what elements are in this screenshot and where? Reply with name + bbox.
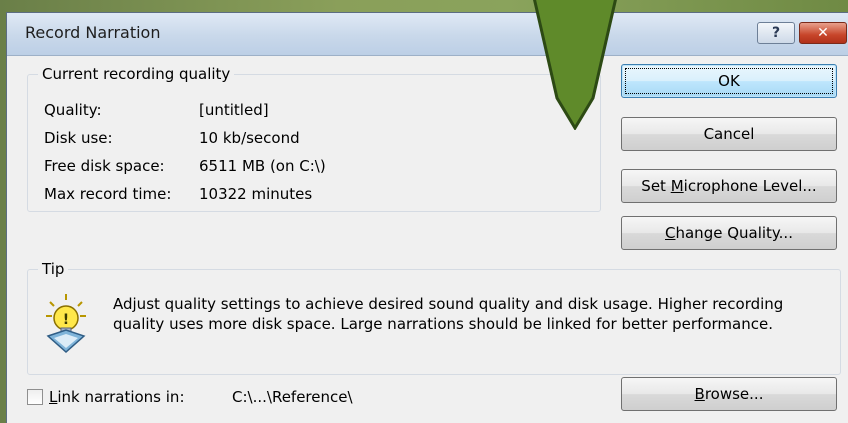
cancel-button[interactable]: Cancel — [621, 117, 837, 151]
close-button[interactable]: ✕ — [799, 22, 847, 44]
quality-row: Quality: [untitled] — [44, 101, 269, 119]
browse-button[interactable]: Browse... — [621, 377, 837, 411]
help-icon: ? — [771, 25, 781, 41]
disk-use-label: Disk use: — [44, 129, 113, 147]
free-disk-row: Free disk space: 6511 MB (on C:\) — [44, 157, 326, 175]
record-narration-dialog: Record Narration ? ✕ Current recording q… — [6, 12, 848, 423]
link-label-rest: ink narrations in: — [57, 388, 185, 406]
change-quality-accesskey: C — [665, 224, 676, 242]
dialog-title: Record Narration — [25, 23, 161, 42]
browse-rest: rowse... — [704, 385, 764, 403]
cancel-button-label: Cancel — [703, 125, 755, 143]
change-quality-rest: hange Quality... — [675, 224, 793, 242]
set-mic-rest: icrophone Level... — [683, 177, 817, 195]
link-narrations-checkbox[interactable] — [27, 389, 43, 405]
quality-label: Quality: — [44, 101, 102, 119]
quality-value: [untitled] — [199, 101, 269, 119]
set-mic-accesskey: M — [670, 177, 684, 195]
link-path: C:\...\Reference\ — [232, 388, 353, 406]
tip-text: Adjust quality settings to achieve desir… — [113, 295, 784, 333]
svg-text:!: ! — [63, 312, 69, 328]
disk-use-row: Disk use: 10 kb/second — [44, 129, 300, 147]
tip-label: Tip — [38, 260, 69, 278]
max-record-label: Max record time: — [44, 185, 172, 203]
ok-button[interactable]: OK — [621, 64, 837, 98]
max-record-row: Max record time: 10322 minutes — [44, 185, 312, 203]
free-disk-label: Free disk space: — [44, 157, 165, 175]
help-button[interactable]: ? — [757, 22, 795, 44]
lightbulb-icon: ! — [46, 294, 86, 354]
tip-group: Tip ! Adjust quality settings to achieve… — [27, 260, 841, 375]
change-quality-button[interactable]: Change Quality... — [621, 216, 837, 250]
link-narrations-checkbox-row[interactable]: Link narrations in: — [27, 388, 185, 406]
browse-accesskey: B — [694, 385, 705, 403]
link-narrations-label: Link narrations in: — [49, 388, 185, 406]
set-mic-prefix: Set — [641, 177, 671, 195]
max-record-value: 10322 minutes — [199, 185, 313, 203]
disk-use-value: 10 kb/second — [199, 129, 300, 147]
current-quality-label: Current recording quality — [38, 65, 235, 83]
title-bar: Record Narration ? ✕ — [7, 13, 848, 56]
focus-ring — [625, 68, 833, 94]
down-arrow-annotation — [533, 0, 617, 130]
free-disk-value: 6511 MB (on C:\) — [199, 157, 326, 175]
close-icon: ✕ — [817, 25, 829, 41]
set-microphone-level-button[interactable]: Set Microphone Level... — [621, 169, 837, 203]
